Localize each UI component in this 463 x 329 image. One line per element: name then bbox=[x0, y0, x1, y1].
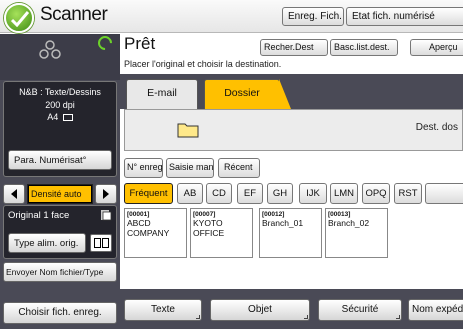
recent-button[interactable]: Récent bbox=[218, 158, 260, 178]
sender-name-label: Nom expéd bbox=[412, 304, 463, 315]
scan-settings-label: Para. Numérisat° bbox=[14, 155, 87, 166]
scanner-status-icon bbox=[39, 40, 61, 59]
text-button-label: Texte bbox=[151, 304, 175, 315]
paper-row: A4 bbox=[4, 112, 116, 122]
security-button[interactable]: Sécurité bbox=[318, 299, 402, 321]
manual-entry-button[interactable]: Saisie man. bbox=[166, 158, 214, 178]
entry-name: Branch_02 bbox=[328, 218, 370, 228]
destination-folder-label: Dest. dos bbox=[415, 122, 458, 133]
bottom-bar: Texte Objet Sécurité Nom expéd bbox=[120, 289, 463, 329]
arrow-right-icon bbox=[103, 189, 109, 199]
destination-entry-00007[interactable]: [00007] KYOTO OFFICE bbox=[190, 208, 253, 258]
index-tab-ef[interactable]: EF bbox=[237, 183, 263, 204]
density-auto-button[interactable]: Densité auto bbox=[28, 185, 92, 203]
original-page-icon bbox=[101, 210, 112, 221]
density-control: Densité auto bbox=[3, 184, 117, 204]
tab-folder[interactable]: Dossier bbox=[204, 79, 291, 109]
density-scale: Densité auto bbox=[27, 184, 93, 204]
entry-name: KYOTO OFFICE bbox=[193, 218, 225, 238]
destination-tabs: E-mail Dossier bbox=[120, 74, 463, 109]
scanner-screen: Scanner Enreg. Fich. Etat fich. numérisé… bbox=[0, 0, 463, 329]
tab-folder-label: Dossier bbox=[224, 87, 260, 99]
ready-status-text: Prêt bbox=[124, 34, 156, 53]
preview-button[interactable]: Aperçu bbox=[410, 39, 463, 56]
search-destination-button[interactable]: Recher.Dest bbox=[260, 39, 328, 56]
scan-mode-text: N&B : Texte/Dessins bbox=[19, 87, 101, 97]
app-title: Scanner bbox=[40, 4, 108, 25]
destination-entry-00012[interactable]: [00012] Branch_01 bbox=[259, 208, 322, 258]
ready-indicator-icon bbox=[95, 33, 115, 53]
reg-number-button[interactable]: N° enreg. bbox=[124, 158, 163, 178]
main-area: Prêt Placer l'original et choisir la des… bbox=[120, 34, 463, 329]
scan-settings-button[interactable]: Para. Numérisat° bbox=[8, 150, 112, 170]
reg-number-label: N° enreg. bbox=[127, 162, 163, 172]
index-tab-cd[interactable]: CD bbox=[206, 183, 232, 204]
subject-button-label: Objet bbox=[248, 304, 272, 315]
send-file-button[interactable]: Enreg. Fich. bbox=[282, 7, 344, 26]
file-status-button[interactable]: Etat fich. numérisé bbox=[346, 7, 463, 26]
status-block bbox=[0, 33, 120, 80]
text-button[interactable]: Texte bbox=[124, 299, 202, 321]
switch-dest-list-button[interactable]: Basc.list.dest. bbox=[330, 39, 398, 56]
destination-field[interactable]: Dest. dos bbox=[124, 109, 463, 151]
folder-icon bbox=[177, 123, 199, 138]
security-button-label: Sécurité bbox=[341, 304, 379, 315]
index-tab-rst[interactable]: RST bbox=[394, 183, 422, 204]
feed-type-icon bbox=[90, 234, 112, 252]
subject-button[interactable]: Objet bbox=[210, 299, 310, 321]
density-auto-label: Densité auto bbox=[31, 189, 82, 199]
arrow-left-icon bbox=[11, 189, 17, 199]
density-darker-button[interactable] bbox=[95, 184, 117, 204]
original-settings-box: Original 1 face Type alim. orig. bbox=[3, 205, 117, 259]
index-tab-ijk[interactable]: IJK bbox=[299, 183, 327, 204]
index-tab-lmn[interactable]: LMN bbox=[330, 183, 358, 204]
feed-type-label: Type alim. orig. bbox=[14, 238, 79, 249]
destination-entry-00001[interactable]: [00001] ABCD COMPANY bbox=[124, 208, 187, 258]
select-stored-file-button[interactable]: Choisir fich. enreg. bbox=[3, 302, 117, 324]
feed-type-button[interactable]: Type alim. orig. bbox=[8, 233, 86, 253]
index-tab-opq[interactable]: OPQ bbox=[362, 183, 390, 204]
scanner-app-icon bbox=[4, 3, 34, 33]
left-panel: N&B : Texte/Dessins 200 dpi A4 Para. Num… bbox=[0, 33, 120, 329]
entry-name: Branch_01 bbox=[262, 218, 304, 228]
destination-entry-00013[interactable]: [00013] Branch_02 bbox=[325, 208, 388, 258]
index-tab-frequent[interactable]: Fréquent bbox=[124, 183, 173, 204]
manual-entry-label: Saisie man. bbox=[169, 162, 214, 172]
send-filename-button[interactable]: Envoyer Nom fichier/Type bbox=[3, 262, 117, 282]
tab-email[interactable]: E-mail bbox=[126, 79, 198, 109]
header-bar: Scanner Enreg. Fich. Etat fich. numérisé bbox=[0, 0, 463, 33]
index-tab-ab[interactable]: AB bbox=[177, 183, 203, 204]
instruction-text: Placer l'original et choisir la destinat… bbox=[124, 59, 282, 69]
index-next-page[interactable] bbox=[425, 183, 463, 204]
index-tab-gh[interactable]: GH bbox=[267, 183, 293, 204]
paper-size-text: A4 bbox=[47, 112, 59, 122]
scan-settings-box: N&B : Texte/Dessins 200 dpi A4 Para. Num… bbox=[3, 81, 117, 177]
original-sides-text: Original 1 face bbox=[8, 210, 70, 221]
sender-name-button[interactable]: Nom expéd bbox=[408, 299, 463, 321]
tab-email-label: E-mail bbox=[147, 87, 177, 99]
send-filename-label: Envoyer Nom fichier/Type bbox=[6, 267, 104, 277]
density-lighter-button[interactable] bbox=[3, 184, 25, 204]
resolution-text: 200 dpi bbox=[45, 100, 75, 110]
recent-label: Récent bbox=[224, 162, 253, 172]
entry-name: ABCD COMPANY bbox=[127, 218, 170, 238]
paper-orientation-icon bbox=[62, 114, 73, 122]
select-stored-file-label: Choisir fich. enreg. bbox=[18, 307, 102, 318]
